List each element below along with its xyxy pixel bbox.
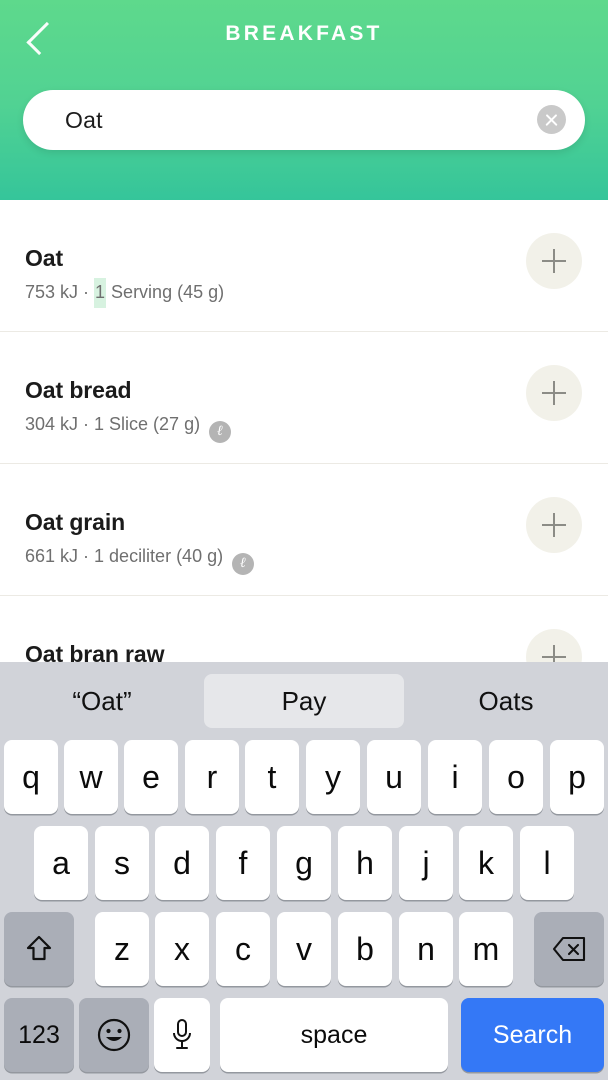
- key-z[interactable]: z: [95, 912, 149, 986]
- clear-icon[interactable]: [537, 105, 566, 134]
- food-energy-portion: 304 kJ · 1 Slice (27 g): [25, 414, 201, 434]
- liter-badge-icon: ℓ: [209, 421, 232, 443]
- emoji-key[interactable]: [79, 998, 149, 1072]
- suggestion-0[interactable]: “Oat”: [0, 674, 204, 728]
- key-n[interactable]: n: [399, 912, 453, 986]
- search-key[interactable]: Search: [461, 998, 604, 1072]
- page-title: BREAKFAST: [225, 22, 383, 45]
- food-name: Oat grain: [25, 509, 126, 535]
- key-t[interactable]: t: [245, 740, 299, 814]
- key-l[interactable]: l: [520, 826, 574, 900]
- key-g[interactable]: g: [277, 826, 331, 900]
- food-name: Oat: [25, 245, 64, 271]
- key-d[interactable]: d: [155, 826, 209, 900]
- key-s[interactable]: s: [95, 826, 149, 900]
- key-i[interactable]: i: [428, 740, 482, 814]
- numeric-key[interactable]: 123: [4, 998, 74, 1072]
- liter-badge-icon: ℓ: [232, 553, 255, 575]
- key-b[interactable]: b: [338, 912, 392, 986]
- key-v[interactable]: v: [277, 912, 331, 986]
- dictation-key[interactable]: [154, 998, 210, 1072]
- key-e[interactable]: e: [124, 740, 178, 814]
- suggestion-bar: “Oat” Pay Oats: [0, 662, 608, 740]
- table-row[interactable]: Oat bread 304 kJ · 1 Slice (27 g) ℓ: [0, 332, 608, 464]
- food-details: 661 kJ · 1 deciliter (40 g) ℓ: [25, 546, 255, 575]
- key-r[interactable]: r: [185, 740, 239, 814]
- emoji-smiley-icon: [97, 1018, 131, 1052]
- space-key[interactable]: space: [220, 998, 448, 1072]
- key-c[interactable]: c: [216, 912, 270, 986]
- food-portion: Serving (45 g): [106, 282, 225, 302]
- backspace-key[interactable]: [534, 912, 604, 986]
- key-h[interactable]: h: [338, 826, 392, 900]
- plus-icon[interactable]: [526, 629, 582, 662]
- keyboard-row-2: a s d f g h j k l: [0, 826, 608, 912]
- key-w[interactable]: w: [64, 740, 118, 814]
- table-row[interactable]: Oat bran raw: [0, 596, 608, 662]
- key-a[interactable]: a: [34, 826, 88, 900]
- key-y[interactable]: y: [306, 740, 360, 814]
- plus-icon[interactable]: [526, 233, 582, 289]
- backspace-icon: [552, 936, 586, 962]
- key-o[interactable]: o: [489, 740, 543, 814]
- search-input-value: Oat: [65, 107, 103, 133]
- on-screen-keyboard: “Oat” Pay Oats q w e r t y u i o p a s d…: [0, 662, 608, 1080]
- shift-arrow-icon: [26, 935, 52, 963]
- food-name: Oat bran raw: [25, 641, 165, 662]
- shift-key[interactable]: [4, 912, 74, 986]
- key-q[interactable]: q: [4, 740, 58, 814]
- plus-icon[interactable]: [526, 497, 582, 553]
- key-j[interactable]: j: [399, 826, 453, 900]
- table-row[interactable]: Oat 753 kJ · 1 Serving (45 g): [0, 200, 608, 332]
- food-details: 753 kJ · 1 Serving (45 g): [25, 278, 225, 308]
- food-portion-highlight: 1: [94, 278, 107, 308]
- table-row[interactable]: Oat grain 661 kJ · 1 deciliter (40 g) ℓ: [0, 464, 608, 596]
- key-f[interactable]: f: [216, 826, 270, 900]
- header: BREAKFAST Oat: [0, 0, 608, 200]
- suggestion-1[interactable]: Pay: [204, 674, 404, 728]
- food-name: Oat bread: [25, 377, 132, 403]
- suggestion-2[interactable]: Oats: [404, 674, 608, 728]
- key-p[interactable]: p: [550, 740, 604, 814]
- search-input[interactable]: Oat: [23, 90, 585, 150]
- key-k[interactable]: k: [459, 826, 513, 900]
- keyboard-row-3: z x c v b n m: [0, 912, 608, 998]
- keyboard-row-1: q w e r t y u i o p: [0, 740, 608, 826]
- app-screen: BREAKFAST Oat Oat 753 kJ · 1 Serving (45…: [0, 0, 608, 1080]
- microphone-icon: [170, 1018, 194, 1052]
- key-m[interactable]: m: [459, 912, 513, 986]
- food-details: 304 kJ · 1 Slice (27 g) ℓ: [25, 414, 232, 443]
- key-x[interactable]: x: [155, 912, 209, 986]
- key-u[interactable]: u: [367, 740, 421, 814]
- keyboard-row-4: 123 space Search: [0, 998, 608, 1080]
- food-energy: 753 kJ ·: [25, 282, 95, 302]
- search-results-list: Oat 753 kJ · 1 Serving (45 g) Oat bread …: [0, 200, 608, 662]
- plus-icon[interactable]: [526, 365, 582, 421]
- food-energy-portion: 661 kJ · 1 deciliter (40 g): [25, 546, 224, 566]
